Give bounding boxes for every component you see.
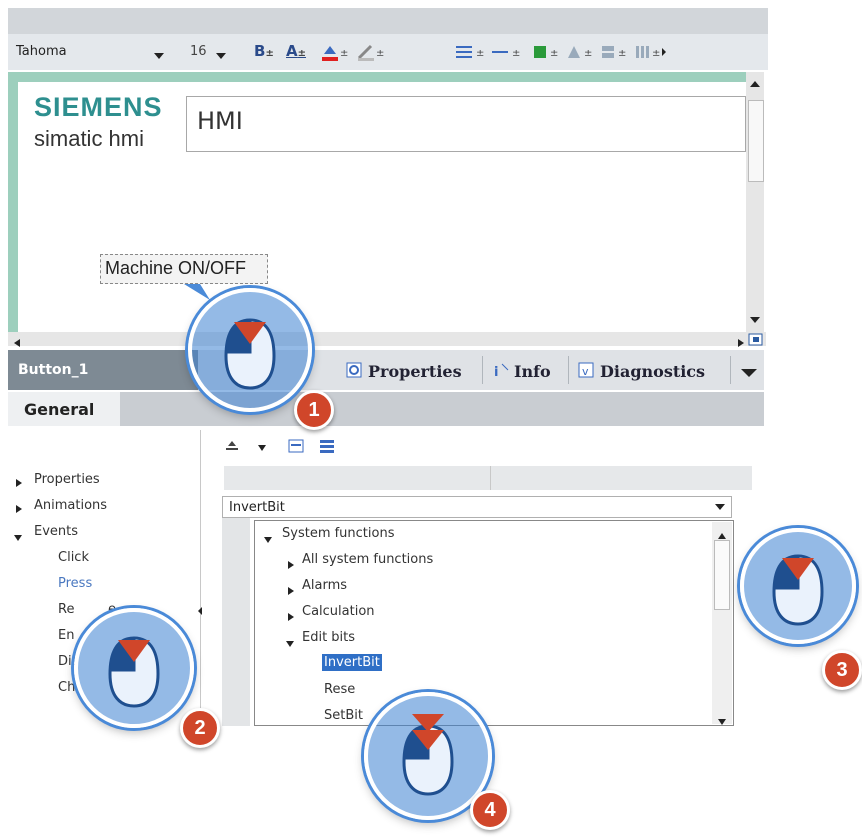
- event-change[interactable]: Ch: [58, 680, 75, 695]
- tab-info[interactable]: Info: [514, 362, 551, 381]
- siemens-logo: SIEMENS: [34, 92, 163, 122]
- scroll-up-icon[interactable]: [748, 74, 762, 93]
- chevron-down-icon[interactable]: [740, 364, 758, 383]
- scroll-thumb[interactable]: [714, 540, 730, 610]
- tab-general[interactable]: General: [8, 392, 120, 426]
- dropdown-item-setbit[interactable]: SetBit: [324, 708, 363, 723]
- chevron-down-icon: [216, 48, 226, 63]
- chevron-right-icon[interactable]: [286, 582, 296, 601]
- chevron-down-icon[interactable]: [12, 528, 24, 547]
- properties-icon: [346, 362, 364, 384]
- text-color-button[interactable]: A±: [286, 42, 306, 62]
- nav-properties[interactable]: Properties: [34, 472, 100, 487]
- tab-properties[interactable]: Properties: [368, 362, 462, 381]
- tab-separator: [730, 356, 731, 384]
- nav-animations[interactable]: Animations: [34, 498, 107, 513]
- chevron-left-icon[interactable]: [196, 602, 204, 621]
- callout-pointer: [182, 282, 212, 306]
- svg-text:±: ±: [652, 48, 660, 59]
- dropdown-item-resetbit[interactable]: Rese: [324, 682, 355, 697]
- line-style-icon[interactable]: ±: [490, 42, 522, 66]
- dropdown-item-invertbit[interactable]: InvertBit: [322, 654, 382, 671]
- scroll-down-icon[interactable]: [748, 310, 762, 329]
- bold-button[interactable]: B±: [254, 42, 274, 62]
- dropdown-item-calculation[interactable]: Calculation: [302, 604, 375, 619]
- distribute-icon[interactable]: ±: [632, 42, 672, 66]
- dropdown-item-all-system-functions[interactable]: All system functions: [302, 552, 433, 567]
- event-click[interactable]: Click: [58, 550, 89, 565]
- svg-text:±: ±: [476, 48, 484, 59]
- svg-text:±: ±: [618, 48, 626, 59]
- chevron-right-icon[interactable]: [14, 500, 24, 519]
- font-size-select[interactable]: 16: [190, 44, 246, 62]
- font-family-select[interactable]: Tahoma: [16, 44, 176, 62]
- info-icon: i: [492, 362, 510, 384]
- collapse-all-icon[interactable]: [318, 438, 336, 458]
- svg-text:±: ±: [376, 48, 384, 59]
- chevron-right-icon[interactable]: [286, 556, 296, 575]
- dropdown-item-system-functions[interactable]: System functions: [282, 526, 395, 541]
- event-press[interactable]: Press: [58, 576, 92, 591]
- svg-text:±: ±: [584, 48, 592, 59]
- tutorial-callout-1: [188, 288, 312, 412]
- tutorial-callout-3: [740, 528, 856, 644]
- expand-all-icon[interactable]: [288, 438, 306, 458]
- font-family-value: Tahoma: [16, 44, 67, 59]
- scroll-thumb[interactable]: [748, 100, 764, 182]
- tab-separator: [568, 356, 569, 384]
- simatic-hmi-label: simatic hmi: [34, 126, 145, 151]
- event-enable[interactable]: En: [58, 628, 74, 643]
- scroll-down-icon[interactable]: [716, 712, 728, 731]
- chevron-down-icon[interactable]: [710, 498, 730, 516]
- fill-color-icon[interactable]: ±: [320, 42, 350, 66]
- svg-text:±: ±: [340, 48, 348, 59]
- layer-icon[interactable]: ±: [598, 42, 630, 66]
- nav-divider[interactable]: [200, 430, 201, 730]
- svg-text:i: i: [494, 365, 498, 380]
- tutorial-callout-2: [74, 608, 194, 728]
- function-combo[interactable]: InvertBit: [222, 496, 732, 518]
- dropdown-item-alarms[interactable]: Alarms: [302, 578, 347, 593]
- svg-text:±: ±: [512, 48, 520, 59]
- line-color-icon[interactable]: ±: [356, 42, 386, 66]
- diagnostics-icon: v: [578, 362, 596, 384]
- chevron-down-icon[interactable]: [262, 530, 274, 549]
- step-badge-1: 1: [294, 390, 334, 430]
- move-up-icon[interactable]: [224, 438, 242, 458]
- grid-row-header-column: [222, 496, 250, 726]
- chevron-right-icon[interactable]: [14, 474, 24, 493]
- screen-top-border: [8, 72, 764, 82]
- move-down-icon[interactable]: [256, 440, 268, 459]
- selected-object-name: Button_1: [18, 362, 89, 378]
- screen-left-border: [8, 72, 18, 334]
- event-release-fragment[interactable]: Re: [58, 602, 74, 617]
- svg-text:v: v: [582, 365, 589, 378]
- step-badge-3: 3: [822, 650, 862, 690]
- align-icon[interactable]: ±: [454, 42, 486, 66]
- chevron-right-icon[interactable]: [286, 608, 296, 627]
- inspector-tab-strip: [8, 392, 764, 426]
- grid-divider: [490, 466, 491, 490]
- foreground-icon[interactable]: ±: [530, 42, 562, 66]
- step-badge-2: 2: [180, 708, 220, 748]
- chevron-down-icon: [154, 48, 164, 63]
- svg-text:±: ±: [550, 48, 558, 59]
- step-badge-4: 4: [470, 790, 510, 830]
- dropdown-item-edit-bits[interactable]: Edit bits: [302, 630, 355, 645]
- rotate-icon[interactable]: ±: [564, 42, 596, 66]
- events-grid-header: [224, 466, 752, 490]
- hmi-text-field[interactable]: HMI: [186, 96, 746, 152]
- machine-on-off-button[interactable]: Machine ON/OFF: [100, 254, 268, 284]
- tab-diagnostics[interactable]: Diagnostics: [600, 362, 705, 381]
- tab-separator: [482, 356, 483, 384]
- nav-events[interactable]: Events: [34, 524, 78, 539]
- chevron-down-icon[interactable]: [284, 634, 296, 653]
- zoom-icon[interactable]: [748, 332, 764, 351]
- font-size-value: 16: [190, 44, 207, 59]
- canvas-horizontal-scrollbar[interactable]: [8, 332, 766, 346]
